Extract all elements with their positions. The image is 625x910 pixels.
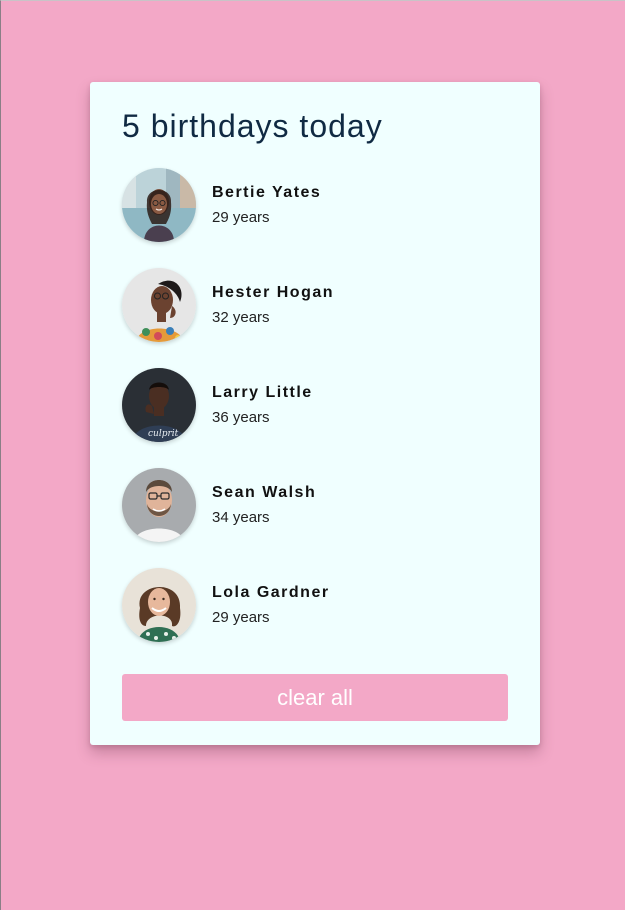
person-name: Lola Gardner bbox=[212, 584, 330, 601]
woman-floral-shirt-photo-icon bbox=[122, 268, 196, 342]
page-title: 5 birthdays today bbox=[122, 108, 383, 144]
birthday-card: 5 birthdays today Bertie Yates 29 years … bbox=[90, 82, 540, 745]
list-item: culprit Larry Little 36 years bbox=[122, 368, 502, 442]
avatar bbox=[122, 468, 196, 542]
man-dark-tshirt-photo-icon: culprit bbox=[122, 368, 196, 442]
list-item: Bertie Yates 29 years bbox=[122, 168, 502, 242]
person-name: Hester Hogan bbox=[212, 284, 335, 301]
avatar bbox=[122, 268, 196, 342]
person-name: Sean Walsh bbox=[212, 484, 317, 501]
avatar: culprit bbox=[122, 368, 196, 442]
person-age: 36 years bbox=[212, 409, 270, 426]
svg-text:culprit: culprit bbox=[148, 429, 179, 439]
clear-all-button[interactable]: clear all bbox=[122, 674, 508, 721]
person-age: 29 years bbox=[212, 209, 270, 226]
man-glasses-beard-photo-icon bbox=[122, 468, 196, 542]
list-item: Hester Hogan 32 years bbox=[122, 268, 502, 342]
person-name: Larry Little bbox=[212, 384, 313, 401]
person-age: 32 years bbox=[212, 309, 270, 326]
avatar bbox=[122, 568, 196, 642]
person-age: 34 years bbox=[212, 509, 270, 526]
person-name: Bertie Yates bbox=[212, 184, 322, 201]
person-age: 29 years bbox=[212, 609, 270, 626]
list-item: Lola Gardner 29 years bbox=[122, 568, 502, 642]
list-item: Sean Walsh 34 years bbox=[122, 468, 502, 542]
avatar bbox=[122, 168, 196, 242]
woman-with-glasses-city-photo-icon bbox=[122, 168, 196, 242]
birthday-list: Bertie Yates 29 years Hester Hogan 32 ye… bbox=[122, 168, 502, 642]
woman-curly-hair-photo-icon bbox=[122, 568, 196, 642]
